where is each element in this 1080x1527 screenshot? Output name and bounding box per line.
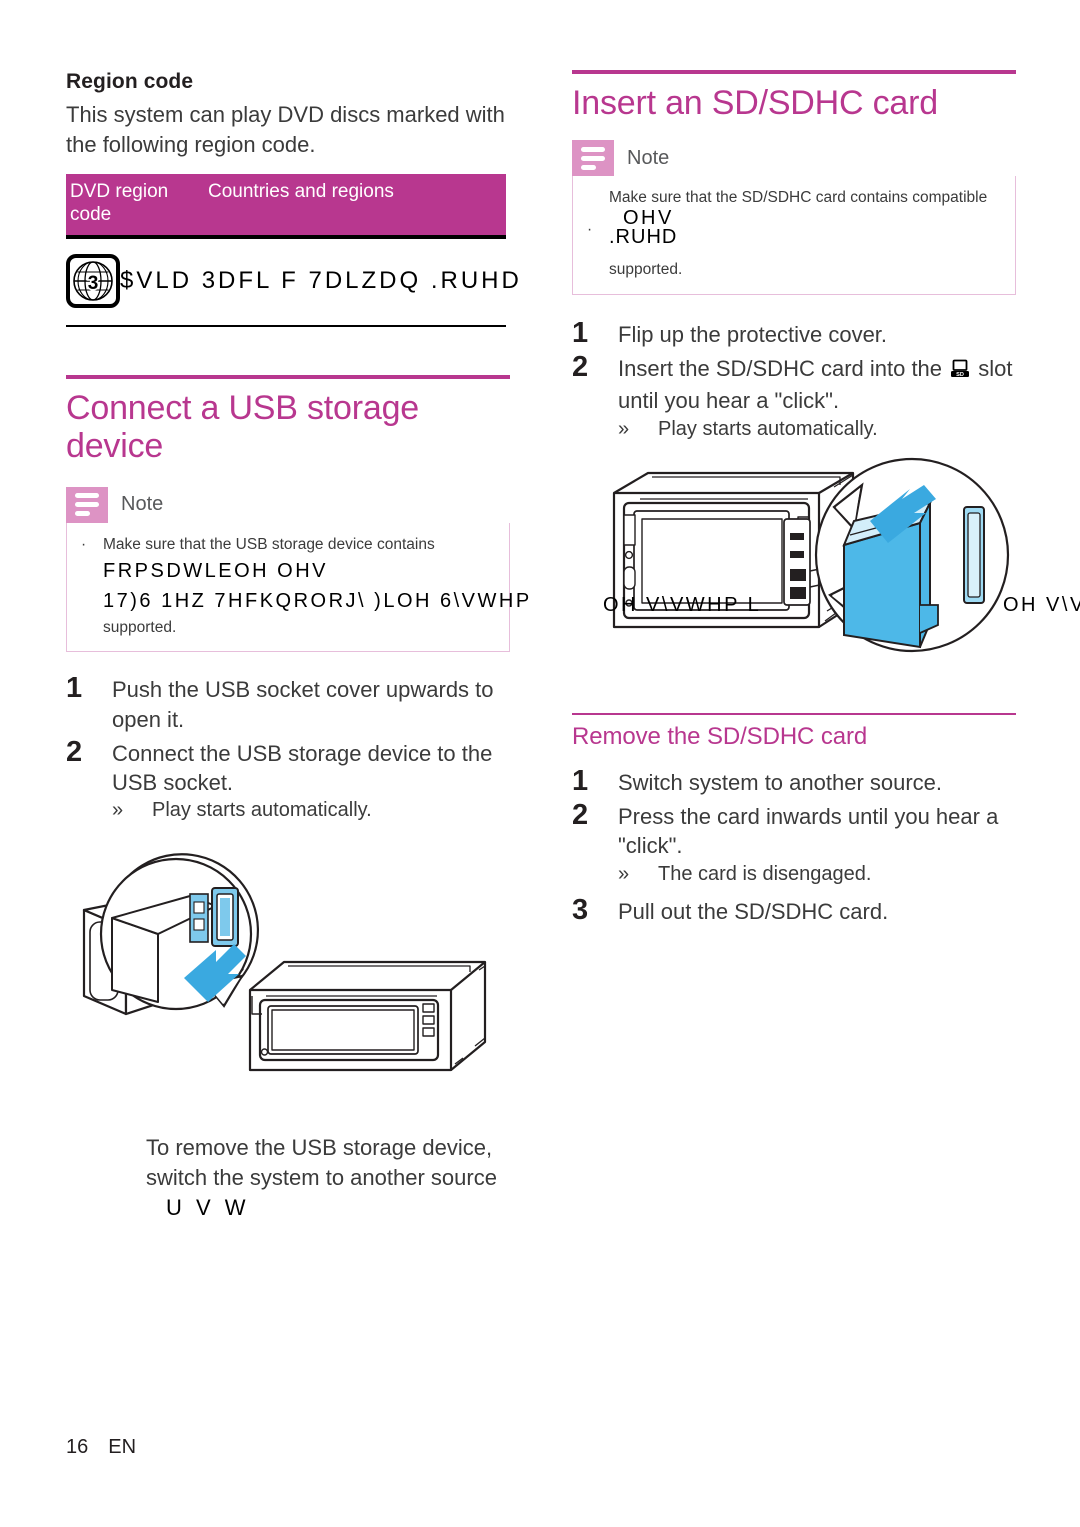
usb-step-2-text: Connect the USB storage device to the US… — [112, 740, 493, 795]
region-table-header: DVD region code Countries and regions — [66, 174, 506, 235]
chevron-double-right-icon: » — [112, 799, 124, 822]
region-table-header-col1: DVD region code — [70, 180, 208, 226]
page-number: 16 — [66, 1436, 89, 1458]
list-item: 2 Insert the SD/SDHC card into the SD sl… — [572, 351, 1016, 441]
remove-step-1-number: 1 — [572, 764, 589, 797]
usb-connect-illustration — [66, 838, 510, 1073]
usb-note-body: · Make sure that the USB storage device … — [66, 522, 532, 653]
usb-note-block: Note · Make sure that the USB storage de… — [66, 486, 532, 653]
region-table-header-col2: Countries and regions — [208, 181, 394, 203]
region-code-subheading: Region code — [66, 70, 194, 93]
sd-step-2-substep: » Play starts automatically. — [618, 418, 1016, 441]
sd-step-2-substep-text: Play starts automatically. — [658, 417, 878, 440]
remove-step-1-text: Switch system to another source. — [618, 769, 943, 795]
usb-note-header: Note — [66, 486, 510, 523]
usb-steps: 1 Push the USB socket cover upwards to o… — [66, 672, 510, 822]
right-column: Insert an SD/SDHC card Note · Make sure … — [572, 70, 1016, 928]
manual-page: Region code This system can play DVD dis… — [0, 0, 1080, 1527]
sd-note-body: · Make sure that the SD/SDHC card contai… — [572, 176, 1016, 295]
chevron-double-right-icon: » — [618, 417, 630, 440]
sd-note-line3: .RUHD — [609, 226, 678, 249]
region-code-section: Region code This system can play DVD dis… — [66, 70, 519, 327]
remove-step-3-text: Pull out the SD/SDHC card. — [618, 898, 889, 924]
region-countries-cell: $VLD 3DFL F 7DLZDQ .RUHD — [120, 266, 522, 294]
page-footer: 16 EN — [66, 1436, 136, 1459]
sd-remove-heading-rule — [572, 712, 1016, 715]
region-code-cell: 3 — [66, 253, 120, 308]
usb-section: Connect a USB storage device Note · Make… — [66, 374, 532, 1074]
globe-region-icon: 3 — [66, 253, 120, 308]
sd-insert-heading: Insert an SD/SDHC card — [572, 84, 938, 122]
sd-step-2-number: 2 — [572, 351, 589, 384]
usb-note-bullet: · — [81, 535, 87, 553]
region-code-intro: This system can play DVD discs marked wi… — [66, 102, 505, 158]
sd-remove-heading: Remove the SD/SDHC card — [572, 722, 868, 750]
sd-card-slot-icon: SD — [950, 357, 970, 386]
remove-step-2-substep-text: The card is disengaged. — [658, 862, 872, 885]
sd-note-block: Note · Make sure that the SD/SDHC card c… — [572, 140, 1016, 295]
page-language: EN — [108, 1436, 137, 1458]
region-table-header-col1-line2: code — [70, 204, 112, 226]
chevron-double-right-icon: » — [618, 862, 630, 885]
usb-remove-tail-note: To remove the USB storage device, switch… — [146, 1133, 506, 1223]
note-icon — [66, 486, 108, 523]
sd-card-insert-illustration — [572, 455, 1016, 685]
usb-note-line3: 17)6 1HZ 7HFKQRORJ\ )LOH 6\VWHP — [103, 590, 532, 612]
sd-note-label: Note — [627, 146, 670, 169]
left-column: Region code This system can play DVD dis… — [66, 70, 532, 1074]
list-item: 1 Push the USB socket cover upwards to o… — [66, 672, 510, 734]
tail-note-line2: switch the system to another source — [146, 1165, 497, 1191]
remove-step-3-number: 3 — [572, 893, 589, 926]
usb-step-2-number: 2 — [66, 735, 83, 768]
list-item: 1 Switch system to another source. — [572, 765, 1016, 797]
sd-insert-section: Insert an SD/SDHC card Note · Make sure … — [572, 70, 1016, 685]
usb-note-overflow-text: OH V\VWHP L — [603, 594, 762, 616]
usb-note-line1: Make sure that the USB storage device co… — [103, 535, 435, 553]
sd-step-1-number: 1 — [572, 316, 589, 349]
remove-step-2-number: 2 — [572, 799, 589, 832]
sd-remove-steps: 1 Switch system to another source. 2 Pre… — [572, 765, 1016, 926]
sd-step-2-text-before: Insert the SD/SDHC card into the — [618, 356, 943, 382]
usb-step-1-number: 1 — [66, 672, 83, 705]
remove-step-2-substep: » The card is disengaged. — [618, 863, 1016, 886]
usb-note-line4: supported. — [103, 619, 177, 636]
usb-heading: Connect a USB storage device — [66, 388, 419, 465]
usb-step-2-substep-text: Play starts automatically. — [152, 799, 372, 822]
remove-step-2-text: Press the card inwards until you hear a … — [618, 804, 999, 859]
list-item: 1 Flip up the protective cover. — [572, 317, 1016, 349]
list-item: 2 Connect the USB storage device to the … — [66, 736, 510, 823]
sd-insert-heading-rule — [572, 70, 1016, 74]
sd-note-line5: supported. — [609, 261, 683, 279]
sd-note-bullet: · — [587, 221, 593, 239]
sd-note-header: Note — [572, 140, 1016, 177]
tail-note-line1: To remove the USB storage device, — [146, 1135, 493, 1160]
usb-note-label: Note — [121, 493, 164, 516]
svg-text:SD: SD — [956, 372, 964, 378]
svg-text:3: 3 — [88, 273, 99, 294]
usb-note-line2: FRPSDWLEOH OHV — [103, 560, 329, 582]
tail-note-line3: U V W — [166, 1195, 250, 1221]
sd-note-line1: Make sure that the SD/SDHC card contains… — [609, 189, 988, 207]
usb-step-2-substep: » Play starts automatically. — [112, 799, 510, 822]
region-table-header-col1-line1: DVD region — [70, 181, 169, 203]
sd-step-1-text: Flip up the protective cover. — [618, 321, 888, 347]
note-icon — [572, 140, 614, 177]
usb-step-1-text: Push the USB socket cover upwards to ope… — [112, 677, 494, 732]
list-item: 3 Pull out the SD/SDHC card. — [572, 894, 1016, 926]
region-code-table: DVD region code Countries and regions 3 … — [66, 174, 519, 327]
sd-remove-section: Remove the SD/SDHC card 1 Switch system … — [572, 712, 1016, 926]
sd-insert-steps: 1 Flip up the protective cover. 2 Insert… — [572, 317, 1016, 441]
list-item: 2 Press the card inwards until you hear … — [572, 799, 1016, 886]
sd-note-overflow-text: OH V\VWHP L — [1003, 594, 1080, 616]
table-row: 3 $VLD 3DFL F 7DLZDQ .RUHD — [66, 239, 519, 327]
sd-step-2-text: Insert the SD/SDHC card into the SD slot… — [618, 351, 1016, 416]
usb-heading-rule — [66, 374, 510, 379]
